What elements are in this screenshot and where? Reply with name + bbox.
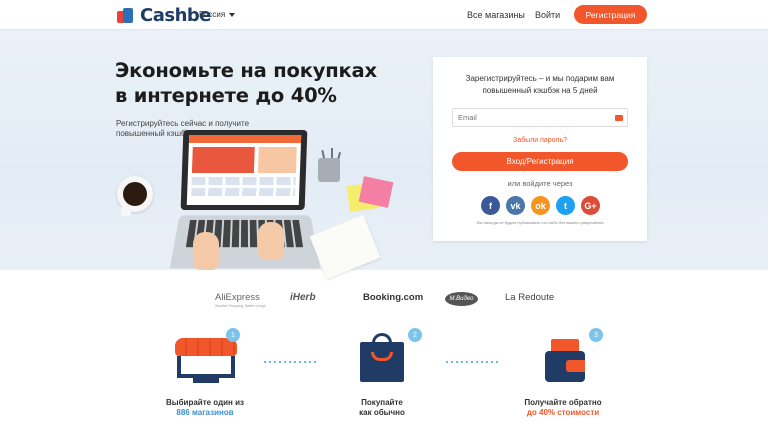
register-button[interactable]: Регистрация xyxy=(574,5,647,24)
brand-name: AliExpress xyxy=(215,292,260,303)
brand-mvideo[interactable]: M.Видео xyxy=(445,292,478,306)
step-text: как обычно xyxy=(359,408,405,417)
left-hand-illustration xyxy=(193,232,219,270)
step-label: Покупайте как обычно xyxy=(317,398,447,418)
cashbe-logo[interactable]: Cashbe xyxy=(117,5,211,26)
step-text: Получайте обратно xyxy=(524,398,602,407)
brand-tagline: Smarter Shopping, Better Living! xyxy=(215,304,266,308)
privacy-disclaimer: Мы никогда не будем публиковать что-либо… xyxy=(476,220,604,225)
step-highlight: до 40% стоимости xyxy=(526,408,600,417)
right-hand-illustration xyxy=(258,222,284,260)
step-number: 2 xyxy=(408,328,422,342)
brand-iherb[interactable]: iHerb xyxy=(290,292,316,303)
brand-laredoute[interactable]: La Redoute xyxy=(505,292,554,303)
nav-all-stores[interactable]: Все магазины xyxy=(467,10,525,20)
chevron-down-icon xyxy=(229,12,236,17)
step-number: 1 xyxy=(226,328,240,342)
hero-title: Экономьте на покупках в интернете до 40% xyxy=(115,59,377,107)
wallet-icon-clasp xyxy=(566,360,585,372)
shop-icon xyxy=(175,338,237,356)
coffee-cup-handle xyxy=(121,206,131,216)
twitter-icon[interactable]: t xyxy=(556,196,575,215)
forgot-password-link[interactable]: Забыли пароль? xyxy=(433,137,647,144)
step-highlight[interactable]: 886 магазинов xyxy=(140,408,270,418)
login-register-button[interactable]: Вход/Регистрация xyxy=(452,152,628,171)
step-number: 3 xyxy=(589,328,603,342)
pencil-cup-illustration xyxy=(318,158,340,182)
brand-aliexpress[interactable]: AliExpress Smarter Shopping, Better Livi… xyxy=(215,292,266,308)
odnoklassniki-icon[interactable]: ok xyxy=(531,196,550,215)
step-text: Выбирайте один из xyxy=(165,398,245,407)
shopping-bag-icon xyxy=(360,342,404,382)
brand-booking[interactable]: Booking.com xyxy=(363,292,423,303)
shop-icon-screen xyxy=(177,356,235,378)
step-label: Выбирайте один из 886 магазинов xyxy=(140,398,270,418)
region-select[interactable]: Россия xyxy=(199,10,236,19)
shop-icon-stand xyxy=(193,378,219,383)
signup-title: Зарегистрируйтесь – и мы подарим вам пов… xyxy=(465,74,615,95)
step-connector xyxy=(446,361,498,363)
google-plus-icon[interactable]: G+ xyxy=(581,196,600,215)
step-label: Получайте обратно до 40% стоимости xyxy=(498,398,628,418)
top-header: Cashbe Россия Все магазины Войти Регистр… xyxy=(0,0,768,30)
signup-card: Зарегистрируйтесь – и мы подарим вам пов… xyxy=(433,57,647,241)
email-field[interactable] xyxy=(452,108,628,127)
step-connector xyxy=(264,361,316,363)
social-login-label: или войдите через xyxy=(507,179,573,188)
region-label: Россия xyxy=(199,10,226,19)
hero-section: Экономьте на покупках в интернете до 40%… xyxy=(0,30,768,270)
laptop-display xyxy=(186,135,302,205)
laptop-illustration xyxy=(180,130,308,210)
vkontakte-icon[interactable]: vk xyxy=(506,196,525,215)
nav-login[interactable]: Войти xyxy=(535,10,560,20)
facebook-icon[interactable]: f xyxy=(481,196,500,215)
logo-icon xyxy=(117,7,137,24)
envelope-icon xyxy=(615,115,623,121)
step-text: Покупайте xyxy=(361,398,403,407)
